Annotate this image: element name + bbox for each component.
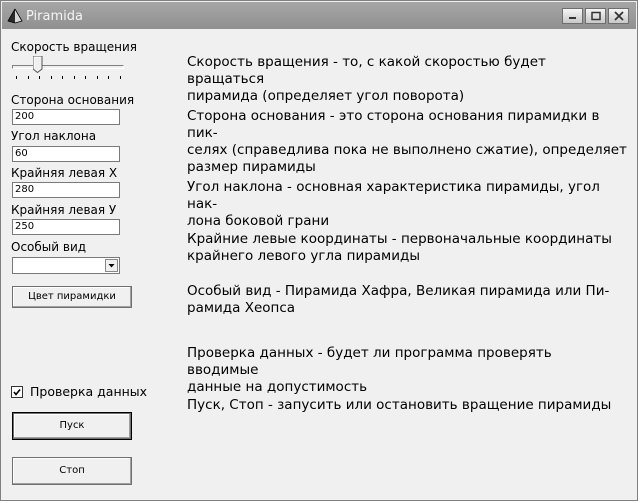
checkmark-icon xyxy=(13,389,21,396)
slider-tick xyxy=(120,76,121,79)
side-label: Сторона основания xyxy=(11,93,135,107)
left-x-input[interactable]: 280 xyxy=(12,182,120,198)
start-button[interactable]: Пуск xyxy=(12,412,132,440)
pyramid-icon xyxy=(7,8,23,24)
slider-tick xyxy=(39,76,40,79)
client-area: Скорость вращения Сторона основания 200 … xyxy=(2,29,636,499)
window-title: Piramida xyxy=(26,9,83,24)
maximize-icon xyxy=(591,11,601,21)
help-start-stop: Пуск, Стоп - запусить или остановить вра… xyxy=(187,397,612,413)
close-button[interactable] xyxy=(608,8,629,24)
slider-tick xyxy=(85,76,86,79)
help-speed: Скорость вращения - то, с какой скорость… xyxy=(187,54,546,104)
special-select-value xyxy=(13,263,15,274)
color-button[interactable]: Цвет пирамидки xyxy=(12,286,132,308)
help-side: Сторона основания - это сторона основани… xyxy=(187,108,627,175)
side-input[interactable]: 200 xyxy=(12,109,120,125)
minimize-button[interactable] xyxy=(562,8,583,24)
slider-tick xyxy=(97,76,98,79)
left-x-label: Крайняя левая X xyxy=(11,166,118,180)
slider-tick xyxy=(28,76,29,79)
check-data-label: Проверка данных xyxy=(30,384,148,399)
title-bar[interactable]: Piramida xyxy=(2,2,636,29)
special-label: Особый вид xyxy=(11,240,87,254)
left-y-label: Крайняя левая У xyxy=(11,203,117,217)
slider-thumb[interactable] xyxy=(33,56,43,73)
help-angle: Угол наклона - основная характеристика п… xyxy=(187,179,600,229)
help-special: Особый вид - Пирамида Хафра, Великая пир… xyxy=(187,283,610,316)
slider-track xyxy=(12,65,124,69)
check-data-checkbox[interactable] xyxy=(11,386,23,398)
stop-button[interactable]: Стоп xyxy=(12,457,132,485)
chevron-down-icon xyxy=(108,264,115,268)
angle-input[interactable]: 60 xyxy=(12,146,120,162)
slider-tick xyxy=(74,76,75,79)
slider-tick xyxy=(62,76,63,79)
angle-label: Угол наклона xyxy=(11,129,97,143)
slider-tick xyxy=(51,76,52,79)
minimize-icon xyxy=(569,17,576,19)
slider-tick xyxy=(108,76,109,79)
app-window: Piramida Скорость вращения Сторона основ… xyxy=(0,0,638,501)
help-check: Проверка данных - будет ли программа про… xyxy=(187,345,552,395)
left-y-input[interactable]: 250 xyxy=(12,219,120,235)
dropdown-button[interactable] xyxy=(105,259,118,272)
speed-label: Скорость вращения xyxy=(11,40,137,54)
maximize-button[interactable] xyxy=(585,8,606,24)
slider-tick xyxy=(16,76,17,79)
close-icon xyxy=(614,11,624,21)
help-coords: Крайние левые координаты - первоначальны… xyxy=(187,231,612,264)
special-select[interactable] xyxy=(12,257,120,274)
